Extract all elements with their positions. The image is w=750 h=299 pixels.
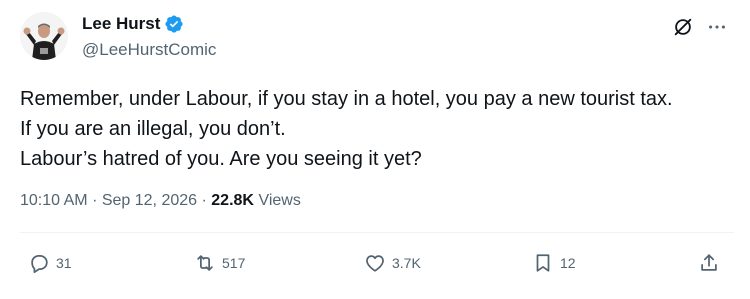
tweet-line-3: Labour’s hatred of you. Are you seeing i… (20, 148, 422, 170)
action-bar: 31 517 3.7K 12 (0, 252, 750, 282)
tweet-meta: 10:10 AM · Sep 12, 2026 · 22.8K Views (20, 192, 301, 210)
avatar-image (20, 12, 68, 60)
author-name-row: Lee Hurst (82, 14, 184, 34)
reply-count: 31 (56, 255, 72, 271)
bookmark-count: 12 (560, 255, 576, 271)
verified-badge-icon (164, 14, 184, 34)
tweet-line-2: If you are an illegal, you don’t. (20, 118, 286, 140)
reply-button[interactable]: 31 (28, 252, 72, 274)
reply-icon (31, 254, 48, 274)
more-icon[interactable] (706, 16, 728, 38)
like-count: 3.7K (392, 255, 421, 271)
tweet-time[interactable]: 10:10 AM (20, 192, 88, 209)
repost-icon (197, 255, 213, 271)
bookmark-button[interactable]: 12 (532, 252, 576, 274)
author-handle[interactable]: @LeeHurstComic (82, 40, 216, 60)
author-display-name[interactable]: Lee Hurst (82, 14, 160, 34)
meta-separator: · (92, 192, 98, 209)
repost-button[interactable]: 517 (194, 252, 245, 274)
avatar[interactable] (20, 12, 68, 60)
grok-icon[interactable] (672, 16, 694, 38)
views-label: Views (258, 192, 301, 209)
views-count[interactable]: 22.8K (211, 192, 254, 209)
like-button[interactable]: 3.7K (364, 252, 421, 274)
share-button[interactable] (698, 252, 720, 274)
share-icon (701, 254, 717, 271)
tweet-text: Remember, under Labour, if you stay in a… (20, 84, 735, 174)
like-icon (366, 255, 384, 272)
meta-separator: · (201, 192, 207, 209)
tweet-date[interactable]: Sep 12, 2026 (102, 192, 197, 209)
repost-count: 517 (222, 255, 246, 271)
tweet-line-1: Remember, under Labour, if you stay in a… (20, 88, 673, 110)
bookmark-icon (536, 254, 550, 272)
divider (20, 232, 734, 233)
